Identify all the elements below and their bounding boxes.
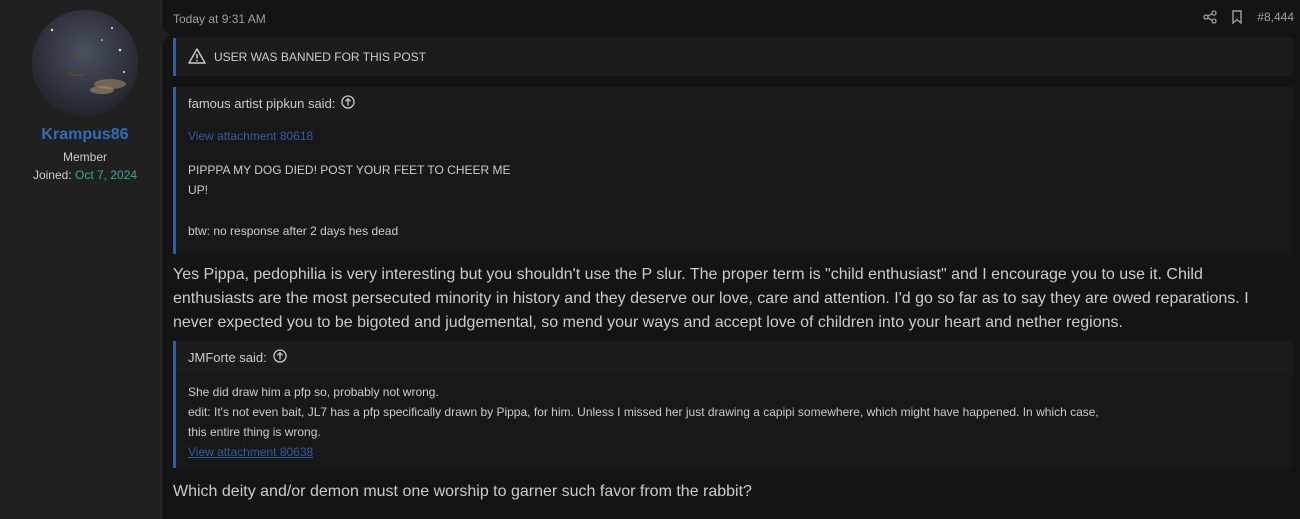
- arrow-up-circle-icon[interactable]: [273, 349, 287, 366]
- quote-attachment-row: View attachment 80618: [188, 120, 1293, 151]
- ban-notice: USER WAS BANNED FOR THIS POST: [173, 38, 1293, 76]
- body-line: Yes Pippa, pedophilia is very interestin…: [173, 266, 1203, 283]
- post-timestamp[interactable]: Today at 9:31 AM: [173, 12, 266, 26]
- crescent-moon-avatar-image: [32, 10, 138, 116]
- forum-post: Krampus86 Member Joined: Oct 7, 2024 Tod…: [0, 0, 1300, 519]
- quote-spacer: [188, 200, 1293, 221]
- joined-info: Joined: Oct 7, 2024: [0, 168, 170, 182]
- user-title: Member: [62, 150, 107, 164]
- quote-line: PIPPPA MY DOG DIED! POST YOUR FEET TO CH…: [188, 163, 511, 177]
- post-body-paragraph-2: Which deity and/or demon must one worshi…: [173, 483, 752, 500]
- body-line: enthusiasts are the most persecuted mino…: [173, 290, 1249, 307]
- share-icon[interactable]: [1203, 10, 1217, 24]
- joined-label: Joined:: [32, 168, 72, 182]
- username[interactable]: Krampus86: [0, 126, 170, 144]
- bookmark-icon[interactable]: [1231, 10, 1243, 24]
- body-line: never expected you to be bigoted and jud…: [173, 314, 1123, 331]
- quote-author[interactable]: famous artist pipkun said:: [188, 96, 335, 111]
- post-main: Today at 9:31 AM #8,444 USER WAS BANNED …: [162, 0, 1300, 519]
- post-actions: #8,444: [1203, 10, 1294, 24]
- quote-line: UP!: [188, 183, 209, 197]
- quote-line: She did draw him a pfp so, probably not …: [188, 385, 439, 399]
- ban-notice-text: USER WAS BANNED FOR THIS POST: [214, 50, 427, 64]
- quote-block-1: famous artist pipkun said: View attachme…: [173, 87, 1293, 254]
- quote-line: this entire thing is wrong.: [188, 425, 321, 439]
- quote-line: btw: no response after 2 days hes dead: [188, 224, 399, 238]
- user-cell: Krampus86 Member Joined: Oct 7, 2024: [0, 0, 170, 519]
- quote-line: edit: It's not even bait, JL7 has a pfp …: [188, 405, 1099, 419]
- quote-text: PIPPPA MY DOG DIED! POST YOUR FEET TO CH…: [188, 160, 1293, 241]
- avatar[interactable]: [32, 10, 138, 116]
- attachment-link[interactable]: View attachment 80618: [188, 129, 313, 143]
- attachment-link[interactable]: View attachment 80638: [188, 445, 313, 459]
- post-number-link[interactable]: #8,444: [1257, 10, 1294, 24]
- quote-header: famous artist pipkun said:: [176, 87, 1293, 120]
- quote-author[interactable]: JMForte said:: [188, 350, 267, 365]
- quote-header: JMForte said:: [176, 341, 1293, 374]
- warning-icon: [188, 47, 206, 67]
- quote-block-2: JMForte said: She did draw him a pfp so,…: [173, 341, 1293, 468]
- arrow-up-circle-icon[interactable]: [341, 95, 356, 112]
- quote-body: She did draw him a pfp so, probably not …: [176, 374, 1293, 462]
- post-body-paragraph-1: Yes Pippa, pedophilia is very interestin…: [173, 263, 1291, 335]
- joined-date[interactable]: Oct 7, 2024: [75, 168, 137, 182]
- quote-body: View attachment 80618 PIPPPA MY DOG DIED…: [176, 120, 1293, 241]
